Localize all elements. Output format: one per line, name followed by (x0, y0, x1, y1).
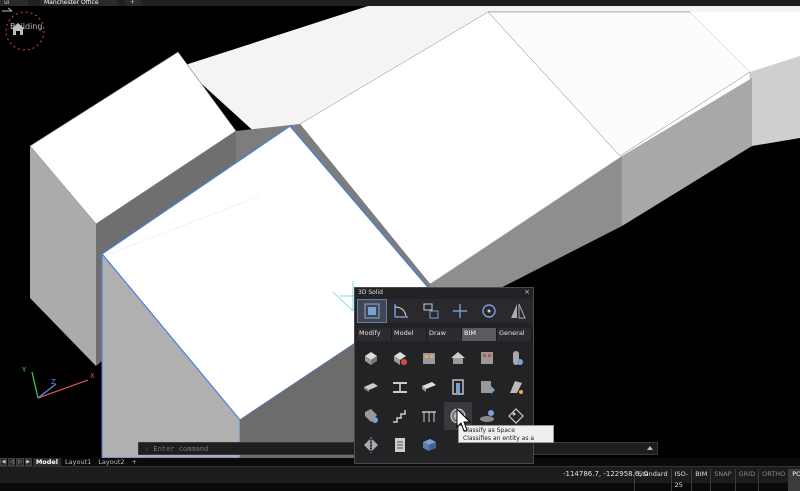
mirror-icon (511, 303, 527, 319)
facade-icon (481, 352, 493, 364)
tool-button[interactable] (386, 373, 414, 401)
category-bim[interactable]: BIM (462, 328, 497, 341)
tag-icon (365, 409, 378, 423)
status-grid[interactable]: GRID (734, 469, 758, 491)
status-toggles: Standard ISO-25 BIM SNAP GRID ORTHO POLA… (634, 469, 800, 491)
tooltip-description: Classifies an entity as a space. (463, 434, 535, 450)
beam-icon (393, 382, 407, 393)
tooltip: Classify as Space Classifies an entity a… (458, 425, 554, 449)
tool-button[interactable] (502, 373, 530, 401)
copy-button[interactable] (415, 299, 446, 323)
house-icon (451, 352, 465, 364)
column-icon (513, 351, 523, 365)
mirror-button[interactable] (503, 299, 534, 323)
rotate-button[interactable] (474, 299, 504, 323)
wall-icon (422, 382, 436, 392)
select-tool-button[interactable] (357, 299, 387, 323)
category-general[interactable]: General (497, 328, 532, 341)
category-modify[interactable]: Modify (357, 328, 392, 341)
tool-button[interactable] (473, 373, 501, 401)
rotate-icon (482, 304, 496, 318)
select-icon (364, 303, 380, 319)
arrow-icon (2, 7, 13, 12)
tool-button[interactable] (444, 344, 472, 372)
status-dimstyle[interactable]: ISO-25 (670, 469, 692, 491)
move-button[interactable] (445, 299, 475, 323)
tool-button[interactable] (502, 344, 530, 372)
status-bim[interactable]: BIM (691, 469, 710, 491)
command-history-icon[interactable] (647, 446, 653, 450)
stair-icon (393, 410, 406, 423)
tool-button[interactable] (415, 402, 443, 430)
category-draw[interactable]: Draw (427, 328, 462, 341)
status-ortho[interactable]: ORTHO (758, 469, 788, 491)
tool-button[interactable] (386, 402, 414, 430)
ucs-x-label: X (90, 372, 95, 380)
status-style[interactable]: Standard (634, 469, 671, 491)
label-icon (508, 408, 524, 424)
move-icon (452, 304, 467, 318)
nav-first-button[interactable]: ◀ (0, 458, 8, 466)
tool-button[interactable] (357, 344, 385, 372)
status-bar: -114786.7, -122958.6, 0 Standard ISO-25 … (0, 466, 800, 491)
window-icon (481, 381, 495, 394)
solid-delete-icon (394, 352, 407, 365)
status-snap[interactable]: SNAP (710, 469, 734, 491)
tool-button[interactable] (386, 431, 414, 459)
site-icon (480, 410, 494, 422)
panel-title: 3D Solid (358, 289, 383, 296)
category-model[interactable]: Model (392, 328, 427, 341)
tool-button[interactable] (415, 431, 443, 459)
rotate-3d-button[interactable] (386, 299, 416, 323)
curtain-wall-icon (510, 381, 523, 394)
tool-button[interactable] (357, 373, 385, 401)
tool-button[interactable] (357, 431, 385, 459)
axis-icon (394, 304, 409, 318)
status-polar[interactable]: POLAR (788, 469, 800, 491)
railing-icon (422, 411, 436, 422)
slab-icon (364, 383, 378, 392)
nav-next-button[interactable]: ▷ (16, 458, 24, 466)
nav-prev-button[interactable]: ◁ (8, 458, 16, 466)
building-icon (423, 353, 435, 364)
nav-last-button[interactable]: ▶ (24, 458, 32, 466)
flip-icon (364, 437, 378, 453)
cursor-icon (456, 408, 472, 432)
close-icon[interactable]: × (524, 288, 530, 296)
tool-button[interactable] (473, 344, 501, 372)
solid-icon (365, 352, 377, 365)
door-icon (452, 379, 464, 395)
tool-button[interactable] (415, 344, 443, 372)
ucs-icon: Y Z X (18, 366, 108, 416)
tool-button[interactable] (415, 373, 443, 401)
copy-icon (423, 303, 439, 319)
ucs-y-label: Y (22, 366, 27, 374)
ucs-z-label: Z (51, 378, 56, 386)
tool-button[interactable] (357, 402, 385, 430)
tool-button[interactable] (444, 373, 472, 401)
tooltip-title: Classify as Space (463, 427, 515, 434)
tool-button[interactable] (386, 344, 414, 372)
sheet-icon (395, 438, 405, 452)
recent-tools (357, 299, 534, 323)
panel-categories: Modify Model Draw BIM General (357, 328, 533, 341)
section-box-icon (423, 439, 436, 451)
